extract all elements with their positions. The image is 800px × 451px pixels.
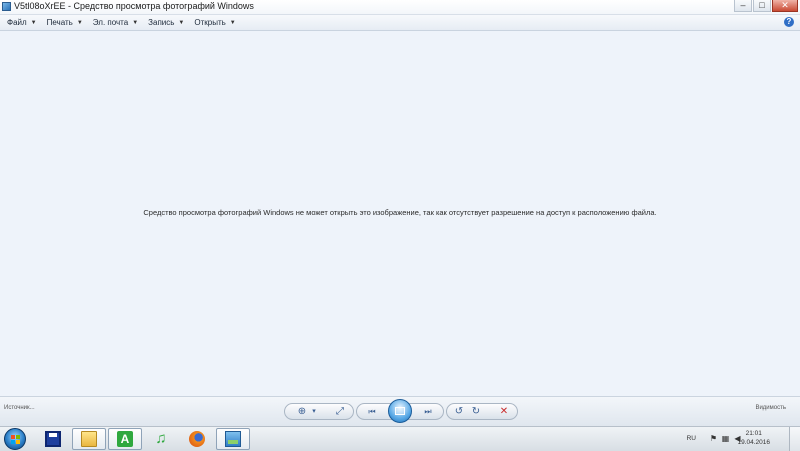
taskbar-app-photo-viewer[interactable] — [216, 428, 250, 450]
taskbar-app-music[interactable]: ♫ — [144, 428, 178, 450]
zoom-group: ⊕ ▾ ⤢ — [284, 403, 354, 420]
chevron-down-icon: ▼ — [229, 19, 236, 26]
slideshow-button[interactable] — [388, 399, 412, 423]
edit-group: ↺ ↻ ✕ — [446, 403, 518, 420]
clock-time: 21:01 — [745, 430, 762, 437]
taskbar-app-explorer[interactable] — [72, 428, 106, 450]
save-icon — [45, 431, 61, 447]
clock-date: 19.04.2016 — [737, 439, 770, 446]
close-button[interactable]: ✕ — [772, 0, 798, 12]
title-bar: V5tl08oXrEE - Средство просмотра фотогра… — [0, 0, 800, 15]
chevron-down-icon: ▼ — [76, 19, 83, 26]
language-indicator[interactable]: RU — [687, 435, 696, 442]
zoom-dropdown-icon[interactable]: ▾ — [307, 406, 321, 418]
image-view-area: Средство просмотра фотографий Windows не… — [0, 31, 800, 396]
next-icon[interactable]: ⏭ — [421, 406, 435, 418]
maximize-button[interactable]: □ — [753, 0, 771, 12]
chevron-down-icon: ▼ — [30, 19, 37, 26]
menu-burn-label: Запись — [148, 18, 175, 27]
menu-file[interactable]: Файл ▼ — [7, 18, 37, 27]
firefox-icon — [189, 431, 205, 447]
slideshow-icon — [395, 407, 405, 415]
photo-viewer-icon — [225, 431, 241, 447]
rotate-clockwise-icon[interactable]: ↻ — [469, 406, 483, 418]
windows-logo-icon — [11, 435, 20, 444]
window-title: V5tl08oXrEE - Средство просмотра фотогра… — [14, 1, 254, 11]
previous-icon[interactable]: ⏮ — [365, 406, 379, 418]
menu-open-label: Открыть — [194, 18, 226, 27]
error-message: Средство просмотра фотографий Windows не… — [143, 208, 657, 217]
network-icon[interactable]: ▦ — [721, 434, 730, 443]
chevron-down-icon: ▼ — [178, 19, 185, 26]
window-controls: – □ ✕ — [733, 0, 798, 12]
taskbar-app-save[interactable] — [36, 428, 70, 450]
show-desktop-button[interactable] — [789, 427, 800, 451]
delete-icon[interactable]: ✕ — [497, 406, 511, 418]
help-icon[interactable]: ? — [784, 17, 794, 27]
taskbar: A ♫ RU ⚑ ▦ ◀ 21:01 19.04.2016 — [0, 426, 800, 451]
menu-bar: Файл ▼ Печать ▼ Эл. почта ▼ Запись ▼ Отк… — [0, 15, 800, 31]
music-note-icon: ♫ — [155, 430, 167, 447]
taskbar-app-a[interactable]: A — [108, 428, 142, 450]
menu-print[interactable]: Печать ▼ — [47, 18, 83, 27]
rotate-counterclockwise-icon[interactable]: ↺ — [452, 406, 466, 418]
actual-size-icon[interactable]: ⤢ — [333, 406, 347, 418]
flag-icon[interactable]: ⚑ — [709, 434, 718, 443]
left-side-label: Источник... — [4, 405, 35, 411]
clock[interactable]: 21:01 19.04.2016 — [737, 429, 770, 447]
taskbar-app-firefox[interactable] — [180, 428, 214, 450]
folder-icon — [81, 431, 97, 447]
menu-file-label: Файл — [7, 18, 27, 27]
photo-viewer-app-icon — [2, 2, 11, 11]
minimize-button[interactable]: – — [734, 0, 752, 12]
chevron-down-icon: ▼ — [132, 19, 139, 26]
menu-burn[interactable]: Запись ▼ — [148, 18, 184, 27]
menu-email[interactable]: Эл. почта ▼ — [93, 18, 138, 27]
start-button[interactable] — [4, 428, 26, 450]
menu-print-label: Печать — [46, 18, 73, 27]
menu-email-label: Эл. почта — [92, 18, 129, 27]
a-app-icon: A — [117, 431, 133, 447]
menu-open[interactable]: Открыть ▼ — [194, 18, 235, 27]
right-side-label: Видимость — [755, 405, 786, 411]
